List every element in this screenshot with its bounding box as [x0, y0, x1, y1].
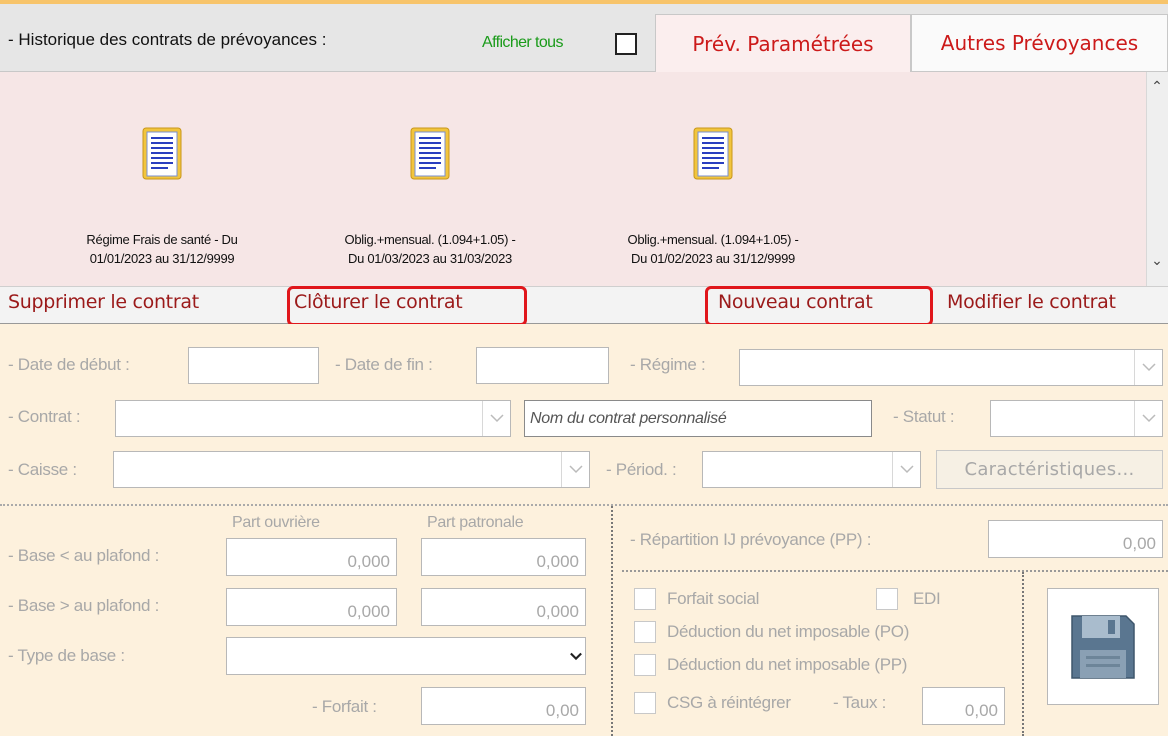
tab-autres-prevoyances[interactable]: Autres Prévoyances [911, 14, 1168, 72]
contrat-select[interactable] [115, 400, 511, 437]
divider [622, 570, 1168, 572]
edi-checkbox[interactable] [876, 588, 898, 610]
statut-select[interactable] [990, 400, 1163, 437]
type-base-label: - Type de base : [8, 646, 125, 665]
divider [0, 504, 1168, 506]
repartition-input[interactable]: 0,00 [988, 520, 1163, 558]
base-inf-label: - Base < au plafond : [8, 546, 160, 565]
statut-label: - Statut : [893, 407, 955, 426]
regime-select[interactable] [739, 349, 1163, 386]
regime-label: - Régime : [630, 355, 706, 374]
caisse-select[interactable] [113, 451, 590, 488]
save-button[interactable] [1047, 588, 1159, 705]
document-icon [142, 127, 182, 180]
type-base-select[interactable] [226, 637, 586, 675]
csg-checkbox[interactable] [634, 692, 656, 714]
contract-label-line1: Régime Frais de santé - Du [86, 232, 238, 247]
forfait-label: - Forfait : [312, 697, 377, 716]
delete-contract-button[interactable]: Supprimer le contrat [8, 291, 199, 313]
base-inf-patronale-input[interactable]: 0,000 [421, 538, 586, 576]
date-fin-input[interactable] [476, 347, 609, 384]
edi-label: EDI [913, 589, 941, 608]
caracteristiques-button[interactable]: Caractéristiques... [936, 450, 1163, 489]
document-icon [410, 127, 450, 180]
csg-label: CSG à réintégrer [667, 693, 791, 712]
contract-label-line2: Du 01/02/2023 au 31/12/9999 [631, 251, 795, 266]
show-all-label: Afficher tous [482, 34, 563, 51]
contract-label-line2: Du 01/03/2023 au 31/03/2023 [348, 251, 512, 266]
deduction-pp-label: Déduction du net imposable (PP) [667, 655, 908, 674]
contract-item[interactable]: Oblig.+mensual. (1.094+1.05) - Du 01/02/2… [563, 118, 863, 278]
base-sup-label: - Base > au plafond : [8, 596, 160, 615]
date-debut-input[interactable] [188, 347, 319, 384]
deduction-po-label: Déduction du net imposable (PO) [667, 622, 910, 641]
date-fin-label: - Date de fin : [335, 355, 433, 374]
chevron-down-icon[interactable] [1134, 401, 1162, 436]
floppy-disk-icon [1071, 614, 1135, 679]
contract-label-line1: Oblig.+mensual. (1.094+1.05) - [627, 232, 799, 247]
edit-contract-button[interactable]: Modifier le contrat [947, 291, 1116, 313]
history-title: - Historique des contrats de prévoyances… [8, 30, 327, 49]
caisse-label: - Caisse : [8, 460, 77, 479]
base-sup-patronale-input[interactable]: 0,000 [421, 588, 586, 626]
document-icon [693, 127, 733, 180]
base-sup-ouvriere-input[interactable]: 0,000 [226, 588, 397, 626]
contract-label-line1: Oblig.+mensual. (1.094+1.05) - [344, 232, 516, 247]
forfait-input[interactable]: 0,00 [421, 687, 586, 725]
base-inf-ouvriere-input[interactable]: 0,000 [226, 538, 397, 576]
period-label: - Périod. : [606, 460, 677, 479]
chevron-down-icon[interactable] [892, 452, 920, 487]
scroll-down-icon[interactable]: ⌄ [1146, 252, 1168, 269]
divider [611, 506, 613, 736]
forfait-social-checkbox[interactable] [634, 588, 656, 610]
deduction-po-checkbox[interactable] [634, 621, 656, 643]
contract-item[interactable]: Régime Frais de santé - Du 01/01/2023 au … [12, 118, 312, 278]
chevron-down-icon[interactable] [1134, 350, 1162, 385]
custom-contract-name-input[interactable]: Nom du contrat personnalisé [524, 400, 872, 437]
divider [1022, 572, 1024, 736]
repartition-label: - Répartition IJ prévoyance (PP) : [630, 530, 872, 549]
contract-label-line2: 01/01/2023 au 31/12/9999 [89, 251, 235, 266]
part-ouvriere-header: Part ouvrière [232, 514, 320, 531]
close-contract-button[interactable]: Clôturer le contrat [294, 291, 463, 313]
show-all-checkbox[interactable] [615, 33, 637, 55]
taux-input[interactable]: 0,00 [922, 687, 1005, 725]
chevron-down-icon[interactable] [569, 642, 583, 670]
new-contract-button[interactable]: Nouveau contrat [718, 291, 873, 313]
part-patronale-header: Part patronale [427, 514, 524, 531]
contrat-label: - Contrat : [8, 407, 81, 426]
chevron-down-icon[interactable] [561, 452, 589, 487]
chevron-down-icon[interactable] [482, 401, 510, 436]
date-debut-label: - Date de début : [8, 355, 130, 374]
scroll-up-icon[interactable]: ⌃ [1146, 78, 1168, 95]
forfait-social-label: Forfait social [667, 589, 760, 608]
contract-item[interactable]: Oblig.+mensual. (1.094+1.05) - Du 01/03/2… [280, 118, 580, 278]
taux-label: - Taux : [833, 693, 887, 712]
tab-prev-parametrees[interactable]: Prév. Paramétrées [655, 14, 911, 72]
period-select[interactable] [702, 451, 921, 488]
deduction-pp-checkbox[interactable] [634, 654, 656, 676]
